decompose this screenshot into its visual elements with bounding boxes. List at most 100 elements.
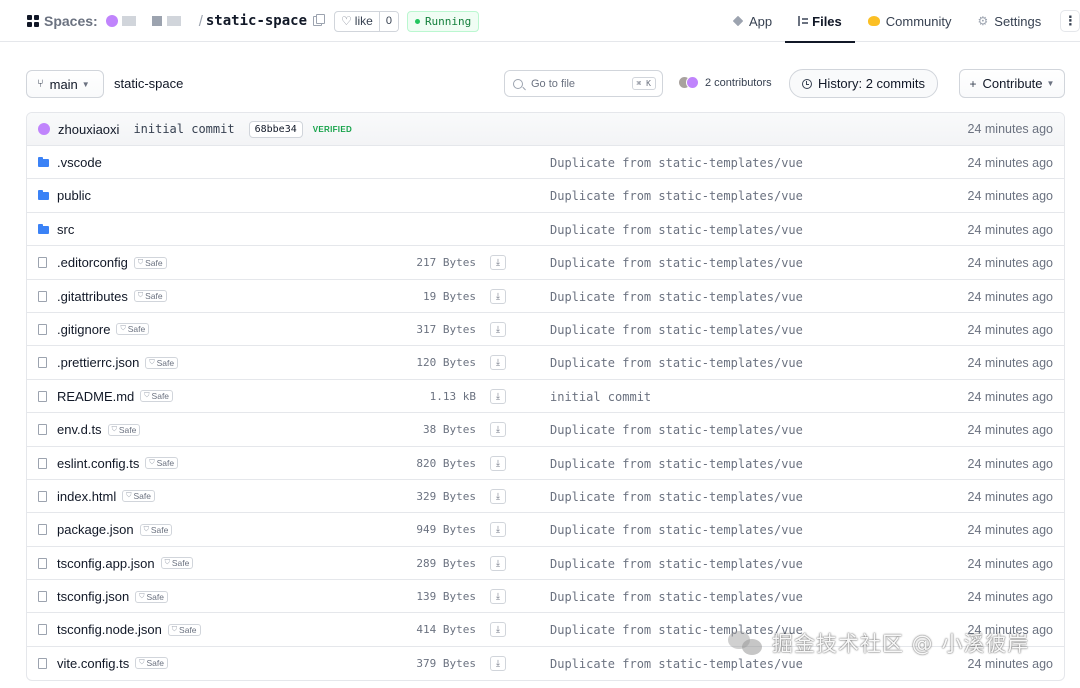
file-commit-message[interactable]: Duplicate from static-templates/vue bbox=[550, 557, 803, 571]
file-name-link[interactable]: tsconfig.app.json bbox=[57, 556, 155, 571]
file-name-cell: tsconfig.app.json ⛉ Safe bbox=[57, 556, 194, 571]
download-icon[interactable]: ⤓ bbox=[490, 522, 506, 538]
download-icon[interactable]: ⤓ bbox=[490, 255, 506, 271]
safe-badge[interactable]: ⛉ Safe bbox=[140, 390, 174, 403]
file-name-link[interactable]: eslint.config.ts bbox=[57, 456, 139, 471]
download-icon[interactable]: ⤓ bbox=[490, 555, 506, 571]
file-name-link[interactable]: index.html bbox=[57, 489, 116, 504]
file-name-link[interactable]: .prettierrc.json bbox=[57, 355, 139, 370]
tab-app[interactable]: App bbox=[720, 0, 785, 42]
download-icon[interactable]: ⤓ bbox=[490, 422, 506, 438]
file-name-cell: .gitattributes ⛉ Safe bbox=[57, 289, 167, 304]
download-icon[interactable]: ⤓ bbox=[490, 622, 506, 638]
owner-name-redacted[interactable] bbox=[121, 16, 197, 26]
contribute-button[interactable]: + Contribute ▼ bbox=[959, 69, 1065, 98]
file-row[interactable]: package.json ⛉ Safe 949 Bytes ⤓ Duplicate fro… bbox=[27, 513, 1064, 547]
safe-badge[interactable]: ⛉ Safe bbox=[160, 557, 194, 570]
file-commit-message[interactable]: Duplicate from static-templates/vue bbox=[550, 290, 803, 304]
more-options-button[interactable]: ⋮ bbox=[1060, 10, 1080, 32]
like-button[interactable]: ♡ like 0 bbox=[334, 10, 399, 32]
tab-community[interactable]: Community bbox=[855, 0, 965, 42]
file-name-link[interactable]: package.json bbox=[57, 522, 134, 537]
safe-badge[interactable]: ⛉ Safe bbox=[145, 457, 179, 470]
file-row[interactable]: env.d.ts ⛉ Safe 38 Bytes ⤓ Duplicate from sta… bbox=[27, 413, 1064, 447]
spaces-link[interactable]: Spaces: bbox=[44, 13, 98, 29]
file-commit-message[interactable]: Duplicate from static-templates/vue bbox=[550, 590, 803, 604]
contributors-link[interactable]: 2 contributors bbox=[678, 76, 772, 89]
safe-badge[interactable]: ⛉ Safe bbox=[107, 423, 141, 436]
file-commit-message[interactable]: Duplicate from static-templates/vue bbox=[550, 423, 803, 437]
download-icon[interactable]: ⤓ bbox=[490, 321, 506, 337]
file-row[interactable]: .gitattributes ⛉ Safe 19 Bytes ⤓ Duplicate fr… bbox=[27, 280, 1064, 313]
history-button[interactable]: History: 2 commits bbox=[789, 69, 938, 98]
tab-settings[interactable]: ⚙ Settings bbox=[965, 0, 1055, 42]
go-to-file-search[interactable]: Go to file ⌘ K bbox=[504, 70, 663, 97]
file-name-link[interactable]: public bbox=[57, 188, 91, 203]
file-commit-message[interactable]: Duplicate from static-templates/vue bbox=[550, 490, 803, 504]
shield-icon: ⛉ bbox=[120, 325, 126, 333]
file-name-cell: vite.config.ts ⛉ Safe bbox=[57, 656, 169, 671]
file-row[interactable]: .editorconfig ⛉ Safe 217 Bytes ⤓ Duplicate fr… bbox=[27, 246, 1064, 280]
folder-row[interactable]: src Duplicate from static-templates/vue 24… bbox=[27, 213, 1064, 247]
file-name-link[interactable]: tsconfig.json bbox=[57, 589, 129, 604]
tab-settings-label: Settings bbox=[994, 13, 1042, 29]
file-row[interactable]: tsconfig.json ⛉ Safe 139 Bytes ⤓ Duplicate fr… bbox=[27, 580, 1064, 614]
file-row[interactable]: tsconfig.app.json ⛉ Safe 289 Bytes ⤓ Duplicat… bbox=[27, 547, 1064, 581]
file-commit-message[interactable]: Duplicate from static-templates/vue bbox=[550, 223, 803, 237]
safe-badge[interactable]: ⛉ Safe bbox=[133, 256, 167, 269]
file-name-link[interactable]: env.d.ts bbox=[57, 422, 102, 437]
commit-message[interactable]: initial commit bbox=[133, 122, 234, 136]
download-icon[interactable]: ⤓ bbox=[490, 488, 506, 504]
download-icon[interactable]: ⤓ bbox=[490, 589, 506, 605]
safe-badge[interactable]: ⛉ Safe bbox=[145, 356, 179, 369]
clock-icon bbox=[802, 78, 813, 89]
safe-badge[interactable]: ⛉ Safe bbox=[135, 657, 169, 670]
download-icon[interactable]: ⤓ bbox=[490, 655, 506, 671]
file-row[interactable]: .gitignore ⛉ Safe 317 Bytes ⤓ Duplicate from … bbox=[27, 313, 1064, 347]
file-name-link[interactable]: src bbox=[57, 222, 74, 237]
copy-icon[interactable] bbox=[313, 14, 326, 26]
file-row[interactable]: README.md ⛉ Safe 1.13 kB ⤓ initial commit 24 m… bbox=[27, 380, 1064, 414]
download-icon[interactable]: ⤓ bbox=[490, 288, 506, 304]
safe-badge[interactable]: ⛉ Safe bbox=[116, 323, 150, 336]
file-name-link[interactable]: tsconfig.node.json bbox=[57, 622, 162, 637]
file-commit-message[interactable]: Duplicate from static-templates/vue bbox=[550, 156, 803, 170]
search-input[interactable]: Go to file bbox=[531, 78, 632, 90]
folder-row[interactable]: public Duplicate from static-templates/vu… bbox=[27, 179, 1064, 213]
file-commit-message[interactable]: Duplicate from static-templates/vue bbox=[550, 457, 803, 471]
download-icon[interactable]: ⤓ bbox=[490, 455, 506, 471]
safe-badge[interactable]: ⛉ Safe bbox=[135, 590, 169, 603]
file-name-link[interactable]: .gitattributes bbox=[57, 289, 128, 304]
file-commit-message[interactable]: initial commit bbox=[550, 390, 651, 404]
file-row[interactable]: index.html ⛉ Safe 329 Bytes ⤓ Duplicate from … bbox=[27, 480, 1064, 514]
file-commit-message[interactable]: Duplicate from static-templates/vue bbox=[550, 657, 803, 671]
branch-selector[interactable]: ⑂ main ▼ bbox=[26, 70, 104, 98]
download-icon[interactable]: ⤓ bbox=[490, 355, 506, 371]
tab-files[interactable]: Files bbox=[785, 0, 855, 43]
shield-icon: ⛉ bbox=[149, 459, 155, 467]
file-commit-message[interactable]: Duplicate from static-templates/vue bbox=[550, 356, 803, 370]
file-commit-message[interactable]: Duplicate from static-templates/vue bbox=[550, 189, 803, 203]
safe-badge[interactable]: ⛉ Safe bbox=[122, 490, 155, 503]
commit-author[interactable]: zhouxiaoxi bbox=[58, 122, 119, 137]
repo-name[interactable]: static-space bbox=[206, 13, 307, 29]
watermark: 掘金技术社区 @ 小溪彼岸 bbox=[728, 628, 1029, 658]
commit-hash[interactable]: 68bbe34 bbox=[248, 120, 303, 138]
safe-badge[interactable]: ⛉ Safe bbox=[133, 290, 167, 303]
file-name-link[interactable]: .vscode bbox=[57, 155, 102, 170]
download-icon[interactable]: ⤓ bbox=[490, 388, 506, 404]
safe-badge[interactable]: ⛉ Safe bbox=[167, 623, 201, 636]
file-row[interactable]: eslint.config.ts ⛉ Safe 820 Bytes ⤓ Duplicate… bbox=[27, 447, 1064, 480]
folder-row[interactable]: .vscode Duplicate from static-templates/v… bbox=[27, 146, 1064, 180]
file-name-link[interactable]: .editorconfig bbox=[57, 255, 128, 270]
file-commit-message[interactable]: Duplicate from static-templates/vue bbox=[550, 323, 803, 337]
status-label: Running bbox=[424, 14, 472, 28]
file-commit-message[interactable]: Duplicate from static-templates/vue bbox=[550, 523, 803, 537]
file-name-link[interactable]: vite.config.ts bbox=[57, 656, 129, 671]
file-commit-message[interactable]: Duplicate from static-templates/vue bbox=[550, 256, 803, 270]
file-name-link[interactable]: README.md bbox=[57, 389, 134, 404]
file-name-link[interactable]: .gitignore bbox=[57, 322, 110, 337]
file-row[interactable]: .prettierrc.json ⛉ Safe 120 Bytes ⤓ Duplicate… bbox=[27, 346, 1064, 380]
safe-badge[interactable]: ⛉ Safe bbox=[139, 523, 173, 536]
current-path[interactable]: static-space bbox=[114, 76, 183, 91]
